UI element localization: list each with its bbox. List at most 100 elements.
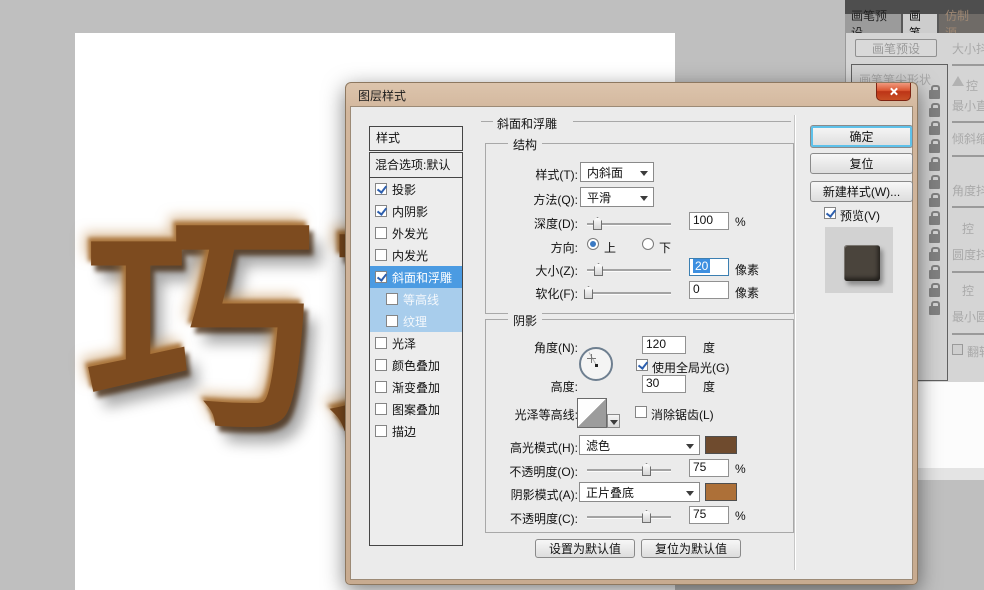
- depth-label: 深度(D):: [413, 215, 578, 232]
- lock-icon: [929, 144, 940, 153]
- param-slider[interactable]: [952, 155, 984, 157]
- tab-brush[interactable]: 画笔: [903, 14, 937, 33]
- global-light-label: 使用全局光(G): [652, 359, 729, 376]
- preview-swatch: [844, 245, 880, 281]
- size-unit: 像素: [735, 261, 759, 278]
- chevron-down-icon: [640, 171, 648, 180]
- tab-clone-source[interactable]: 仿制源: [939, 14, 984, 33]
- depth-slider[interactable]: [587, 223, 671, 225]
- layer-style-dialog: 图层样式 样式 混合选项:默认 投影 内阴影 外发光: [345, 82, 918, 585]
- checkbox-icon[interactable]: [375, 337, 387, 349]
- direction-up-radio[interactable]: [587, 238, 599, 250]
- shadow-opacity-slider[interactable]: [587, 516, 671, 518]
- section-title: 斜面和浮雕: [497, 115, 557, 132]
- brush-param-label: 最小圆: [952, 308, 984, 325]
- checkbox-icon[interactable]: [375, 403, 387, 415]
- brush-param-label: 最小直: [952, 97, 984, 114]
- soften-value[interactable]: 0: [689, 281, 729, 299]
- shadow-opacity-value[interactable]: 75: [689, 506, 729, 524]
- preview-thumbnail: [825, 227, 893, 293]
- param-slider[interactable]: [952, 121, 984, 123]
- checkbox-icon[interactable]: [386, 293, 398, 305]
- reset-default-button[interactable]: 复位为默认值: [641, 539, 741, 558]
- checkbox-icon[interactable]: [375, 381, 387, 393]
- checkbox-checked-icon[interactable]: [375, 183, 387, 195]
- reset-button[interactable]: 复位: [810, 153, 913, 174]
- technique-dropdown-value: 平滑: [587, 189, 611, 206]
- altitude-value[interactable]: 30: [642, 375, 686, 393]
- lock-icon: [929, 216, 940, 225]
- size-value[interactable]: 20: [689, 258, 729, 276]
- style-label: 样式(T):: [413, 166, 578, 183]
- style-dropdown[interactable]: 内斜面: [580, 162, 654, 182]
- lock-icon: [929, 270, 940, 279]
- photoshop-screen: 巧克 画笔预设 画笔 仿制源 画笔预设 画笔笔尖形状 大小抖 控 最小直 倾斜缩…: [0, 0, 984, 590]
- angle-dial[interactable]: [579, 347, 613, 381]
- size-slider[interactable]: [587, 269, 671, 271]
- style-item-label: 颜色叠加: [392, 357, 440, 374]
- soften-slider[interactable]: [587, 292, 671, 294]
- dialog-body: 样式 混合选项:默认 投影 内阴影 外发光 内发光: [350, 106, 913, 580]
- highlight-color-swatch[interactable]: [705, 436, 737, 454]
- highlight-opacity-value[interactable]: 75: [689, 459, 729, 477]
- new-style-button[interactable]: 新建样式(W)...: [810, 181, 913, 202]
- style-dropdown-value: 内斜面: [587, 164, 623, 181]
- shadow-mode-dropdown[interactable]: 正片叠底: [579, 482, 700, 502]
- depth-value[interactable]: 100: [689, 212, 729, 230]
- contour-picker-arrow[interactable]: [607, 414, 620, 428]
- checkbox-icon[interactable]: [386, 315, 398, 327]
- checkbox-checked-icon[interactable]: [375, 271, 387, 283]
- chevron-down-icon: [686, 444, 694, 453]
- brush-param-label: 控: [966, 77, 978, 94]
- checkbox-icon[interactable]: [375, 249, 387, 261]
- highlight-mode-value: 滤色: [586, 437, 610, 454]
- angle-value[interactable]: 120: [642, 336, 686, 354]
- lock-icon: [929, 108, 940, 117]
- soften-label: 软化(F):: [413, 285, 578, 302]
- highlight-mode-dropdown[interactable]: 滤色: [579, 435, 700, 455]
- highlight-mode-label: 高光模式(H):: [413, 439, 578, 456]
- style-item-texture[interactable]: 纹理: [370, 310, 462, 332]
- lock-icon: [929, 198, 940, 207]
- chevron-down-icon: [640, 196, 648, 205]
- dialog-title: 图层样式: [358, 87, 406, 104]
- set-default-button[interactable]: 设置为默认值: [535, 539, 635, 558]
- angle-label: 角度(N):: [413, 339, 578, 356]
- gloss-contour-label: 光泽等高线:: [413, 406, 578, 423]
- checkbox-icon[interactable]: [375, 359, 387, 371]
- shadow-color-swatch[interactable]: [705, 483, 737, 501]
- gloss-contour-thumbnail[interactable]: [577, 398, 607, 428]
- highlight-opacity-label: 不透明度(O):: [413, 463, 578, 480]
- lock-icon: [929, 234, 940, 243]
- param-slider[interactable]: [952, 333, 984, 335]
- tab-brush-presets[interactable]: 画笔预设: [845, 14, 901, 33]
- preview-checkbox[interactable]: [824, 207, 836, 219]
- ok-button[interactable]: 确定: [810, 125, 913, 148]
- anti-alias-checkbox[interactable]: [635, 406, 647, 418]
- global-light-checkbox[interactable]: [636, 359, 648, 371]
- checkbox-checked-icon[interactable]: [375, 205, 387, 217]
- size-value-text: 20: [693, 259, 710, 273]
- param-slider[interactable]: [952, 64, 984, 66]
- direction-label: 方向:: [413, 239, 578, 256]
- brush-param-label: 大小抖: [952, 40, 984, 57]
- brush-presets-button[interactable]: 画笔预设: [855, 39, 937, 57]
- anti-alias-label: 消除锯齿(L): [651, 406, 714, 423]
- panel-lower-area: [918, 382, 984, 468]
- style-item-color-overlay[interactable]: 颜色叠加: [370, 354, 462, 376]
- lock-icon: [929, 90, 940, 99]
- chevron-down-icon: [686, 491, 694, 500]
- close-button[interactable]: [876, 83, 911, 101]
- technique-dropdown[interactable]: 平滑: [580, 187, 654, 207]
- param-slider[interactable]: [952, 271, 984, 273]
- lock-icon: [929, 288, 940, 297]
- param-slider[interactable]: [952, 206, 984, 208]
- highlight-opacity-slider[interactable]: [587, 469, 671, 471]
- soften-unit: 像素: [735, 284, 759, 301]
- checkbox-icon[interactable]: [375, 227, 387, 239]
- checkbox-icon[interactable]: [375, 425, 387, 437]
- brush-param-label: 翻转: [967, 343, 984, 360]
- direction-down-radio[interactable]: [642, 238, 654, 250]
- brush-param-label: 倾斜缩: [952, 130, 984, 147]
- flip-checkbox[interactable]: [952, 344, 963, 355]
